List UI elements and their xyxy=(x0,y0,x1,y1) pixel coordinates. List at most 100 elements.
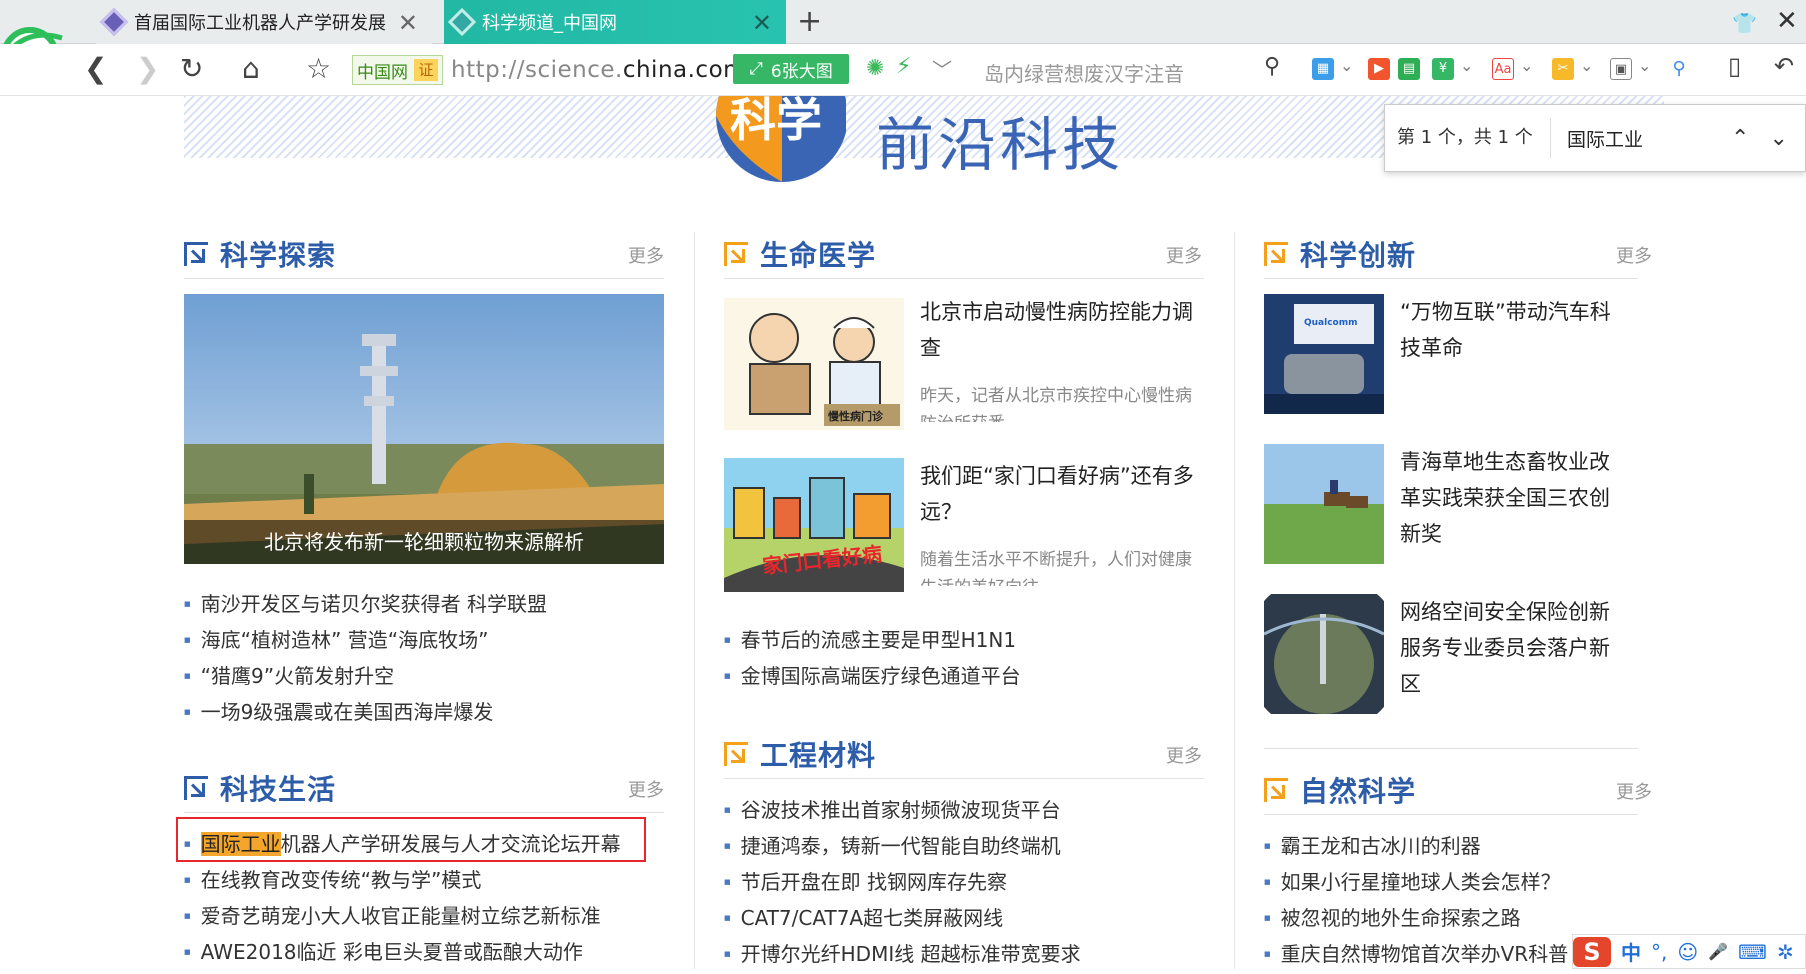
story-title[interactable]: 网络空间安全保险创新服务专业委员会落户新区 xyxy=(1400,594,1630,702)
more-link[interactable]: 更多 xyxy=(1166,742,1202,768)
read-icon[interactable]: ▤ xyxy=(1398,58,1420,80)
section-title[interactable]: 科技生活 xyxy=(220,768,336,808)
more-link[interactable]: 更多 xyxy=(1166,242,1202,268)
news-item[interactable]: 霸王龙和古冰川的利器 xyxy=(1264,828,1568,864)
story-image-label: 慢性病门诊 xyxy=(828,410,883,423)
emoji-icon[interactable]: ☺ xyxy=(1677,940,1698,964)
news-item[interactable]: 爱奇艺萌宠小大人收官正能量树立综艺新标准 xyxy=(184,898,621,934)
tab-close-icon[interactable]: ✕ xyxy=(752,9,772,37)
chevron-down-icon[interactable]: ⌄ xyxy=(1340,56,1353,75)
section-title[interactable]: 生命医学 xyxy=(760,234,876,274)
story-image[interactable] xyxy=(1264,594,1384,714)
sidebar-icon[interactable]: ▯ xyxy=(1728,52,1741,80)
news-item[interactable]: 春节后的流感主要是甲型H1N1 xyxy=(724,622,1021,658)
story-image[interactable]: 慢性病门诊 xyxy=(724,298,904,430)
story-title[interactable]: 北京市启动慢性病防控能力调查 xyxy=(920,294,1200,366)
story-title[interactable]: 我们距“家门口看好病”还有多远？ xyxy=(920,458,1200,530)
find-prev-icon[interactable]: ⌃ xyxy=(1731,126,1749,151)
news-item[interactable]: 如果小行星撞地球人类会怎样？ xyxy=(1264,864,1568,900)
new-tab-button[interactable]: + xyxy=(797,4,822,39)
story-image[interactable]: Qualcomm xyxy=(1264,294,1384,414)
url-text[interactable]: http://science.china.com. xyxy=(451,57,754,83)
lightning-icon[interactable]: ⚡ xyxy=(896,54,911,79)
feature-image[interactable]: 北京将发布新一轮细颗粒物来源解析 xyxy=(184,294,664,564)
story-image[interactable]: 家门口看好病 xyxy=(724,458,904,592)
feature-caption[interactable]: 北京将发布新一轮细颗粒物来源解析 xyxy=(184,520,664,564)
story-image[interactable] xyxy=(1264,444,1384,564)
video-icon[interactable]: ▶ xyxy=(1368,58,1390,80)
news-item[interactable]: 节后开盘在即 找钢网库存先察 xyxy=(724,864,1081,900)
punctuation-icon[interactable]: °, xyxy=(1651,940,1667,964)
news-item[interactable]: CAT7/CAT7A超七类屏蔽网线 xyxy=(724,900,1081,936)
news-item[interactable]: 被忽视的地外生命探索之路 xyxy=(1264,900,1568,936)
news-item[interactable]: 重庆自然博物馆首次举办VR科普 xyxy=(1264,936,1569,972)
sogou-logo-icon[interactable]: S xyxy=(1573,936,1611,967)
section-title[interactable]: 自然科学 xyxy=(1300,770,1416,810)
game-icon[interactable]: ▣ xyxy=(1610,58,1632,80)
section-title[interactable]: 工程材料 xyxy=(760,734,876,774)
shirt-skin-icon[interactable]: 👕 xyxy=(1732,11,1757,35)
section-title[interactable]: 科学探索 xyxy=(220,234,336,274)
undo-icon[interactable]: ↶ xyxy=(1774,52,1794,80)
big-pic-button[interactable]: ⤢ 6张大图 xyxy=(733,54,849,84)
shield-icon[interactable]: ¥ xyxy=(1432,58,1454,80)
news-item[interactable]: 南沙开发区与诺贝尔奖获得者 科学联盟 xyxy=(184,586,547,622)
section-rule xyxy=(1264,748,1638,749)
settings-icon[interactable]: ✲ xyxy=(1777,940,1794,964)
news-item[interactable]: 在线教育改变传统“教与学”模式 xyxy=(184,862,621,898)
speed-icon[interactable]: ✺ xyxy=(866,56,884,81)
zoom-icon[interactable]: ⚲ xyxy=(1668,58,1690,80)
news-item[interactable]: 一场9级强震或在美国西海岸爆发 xyxy=(184,694,547,730)
screenshot-icon[interactable]: ✂ xyxy=(1552,58,1574,80)
svg-text:科学: 科学 xyxy=(730,96,822,147)
chevron-down-icon[interactable]: ⌄ xyxy=(1580,56,1593,75)
cert-badge[interactable]: 中国网 证 xyxy=(352,55,443,85)
find-input[interactable]: 国际工业 xyxy=(1567,125,1717,152)
news-item[interactable]: 开博尔光纤HDMI线 超越标准带宽要求 xyxy=(724,936,1081,972)
refresh-icon[interactable]: ↻ xyxy=(180,52,203,85)
section-rule xyxy=(184,278,664,279)
section-header-life: 科技生活 xyxy=(184,768,336,808)
news-item[interactable]: 捷通鸿泰，铸新一代智能自助终端机 xyxy=(724,828,1081,864)
story-summary: 随着生活水平不断提升，人们对健康生活的美好向往 xyxy=(920,550,1192,586)
chevron-down-icon[interactable]: ⌄ xyxy=(1520,56,1533,75)
tab-close-icon[interactable]: ✕ xyxy=(398,9,418,37)
forward-icon[interactable]: ❯ xyxy=(136,52,159,85)
story-title[interactable]: “万物互联”带动汽车科技革命 xyxy=(1400,294,1630,366)
section-header-nature: 自然科学 xyxy=(1264,770,1416,810)
section-title[interactable]: 科学创新 xyxy=(1300,234,1416,274)
back-icon[interactable]: ❮ xyxy=(84,52,107,85)
search-icon[interactable]: ⚲ xyxy=(1264,54,1280,79)
news-item[interactable]: 海底“植树造林” 营造“海底牧场” xyxy=(184,622,547,658)
news-item[interactable]: AWE2018临近 彩电巨头夏普或酝酿大动作 xyxy=(184,934,621,970)
more-link[interactable]: 更多 xyxy=(1616,778,1652,804)
annotation-box xyxy=(176,817,646,862)
news-item[interactable]: 金博国际高端医疗绿色通道平台 xyxy=(724,658,1021,694)
news-item[interactable]: “猎鹰9”火箭发射升空 xyxy=(184,658,547,694)
search-input[interactable]: 岛内绿营想废汉字注音 xyxy=(984,58,1184,87)
translate-icon[interactable]: Aa xyxy=(1492,58,1514,80)
url-dropdown-icon[interactable]: ﹀ xyxy=(932,54,952,83)
ime-mode-toggle[interactable]: 中 xyxy=(1621,937,1641,966)
apps-icon[interactable]: ▦ xyxy=(1312,58,1334,80)
news-item[interactable]: 谷波技术推出首家射频微波现货平台 xyxy=(724,792,1081,828)
section-rule xyxy=(184,812,664,813)
find-next-icon[interactable]: ⌄ xyxy=(1769,126,1787,151)
tab-active[interactable]: 科学频道_中国网 ✕ xyxy=(444,0,786,44)
expand-icon: ⤢ xyxy=(749,59,763,79)
story-title[interactable]: 青海草地生态畜牧业改革实践荣获全国三农创新奖 xyxy=(1400,444,1630,552)
microphone-icon[interactable]: 🎤 xyxy=(1708,942,1728,961)
tab-inactive[interactable]: 首届国际工业机器人产学研发展 ✕ xyxy=(96,0,432,44)
more-link[interactable]: 更多 xyxy=(628,776,664,802)
star-icon[interactable]: ☆ xyxy=(306,52,331,85)
chevron-down-icon[interactable]: ⌄ xyxy=(1638,56,1651,75)
more-link[interactable]: 更多 xyxy=(1616,242,1652,268)
navigation-bar: ❮ ❯ ↻ ⌂ ☆ 中国网 证 http://science.china.com… xyxy=(0,44,1806,96)
chevron-down-icon[interactable]: ⌄ xyxy=(1460,56,1473,75)
keyboard-icon[interactable]: ⌨ xyxy=(1738,940,1767,964)
more-link[interactable]: 更多 xyxy=(628,242,664,268)
section-rule xyxy=(1264,814,1638,815)
home-icon[interactable]: ⌂ xyxy=(242,52,260,85)
address-bar[interactable]: 中国网 证 http://science.china.com. xyxy=(352,50,954,90)
window-close-icon[interactable]: ✕ xyxy=(1776,6,1798,36)
